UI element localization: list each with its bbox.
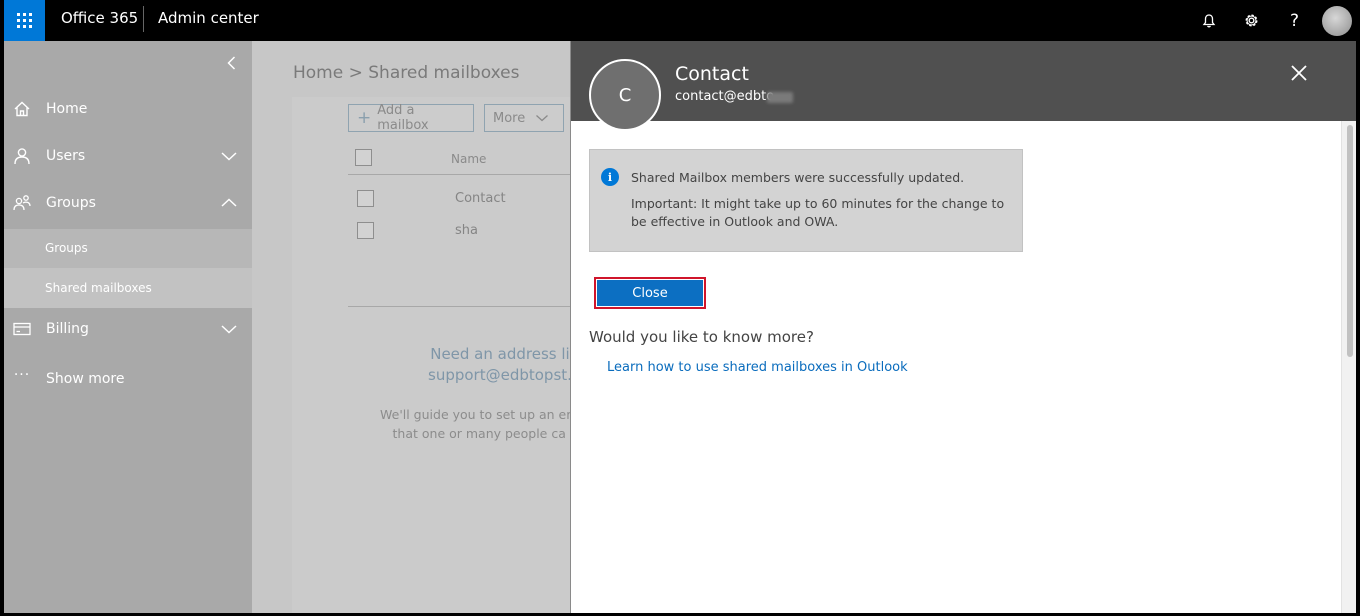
column-header-name[interactable]: Name	[451, 152, 486, 166]
nav-item-billing[interactable]: Billing	[4, 309, 252, 349]
info-icon: i	[601, 168, 619, 186]
bell-icon	[1202, 13, 1215, 27]
chevron-down-icon	[221, 325, 237, 334]
gear-icon	[1245, 14, 1258, 27]
nav-item-home[interactable]: Home	[4, 89, 252, 129]
info-message-box: i Shared Mailbox members were successful…	[589, 149, 1023, 252]
nav-label: Show more	[46, 371, 125, 387]
close-button[interactable]: Close	[597, 280, 703, 306]
chevron-up-icon	[221, 198, 237, 207]
waffle-icon	[17, 13, 32, 28]
home-icon	[10, 97, 34, 121]
nav-item-groups[interactable]: Groups	[4, 183, 252, 223]
section-divider	[348, 306, 592, 307]
nav-sub-label: Shared mailboxes	[45, 281, 152, 295]
close-icon	[1291, 65, 1307, 81]
chevron-left-icon	[227, 56, 236, 70]
nav-label: Groups	[46, 195, 96, 211]
mailbox-avatar: C	[589, 59, 661, 131]
app-title[interactable]: Admin center	[158, 9, 259, 27]
empty-state-description: We'll guide you to set up an em that one…	[380, 405, 578, 443]
important-note: Important: It might take up to 60 minute…	[631, 196, 1005, 229]
add-mailbox-button[interactable]: + Add a mailbox	[348, 103, 474, 133]
row-checkbox[interactable]	[357, 222, 374, 239]
left-nav: Home Users Groups Groups Shared mailboxe…	[4, 41, 252, 613]
more-label: More	[493, 110, 526, 126]
plus-icon: +	[357, 108, 372, 128]
nav-label: Billing	[46, 321, 89, 337]
panel-header: Contact contact@edbto	[571, 41, 1356, 121]
help-button[interactable]: ?	[1273, 0, 1316, 41]
nav-label: Users	[46, 148, 86, 164]
ellipsis-icon: ···	[13, 367, 31, 383]
empty-title-line: support@edbtopst.	[428, 366, 572, 384]
add-mailbox-label: Add a mailbox	[377, 103, 429, 133]
mailbox-detail-panel: Contact contact@edbto C i Shared Mailbox…	[570, 41, 1356, 613]
table-header-divider	[348, 174, 592, 175]
chevron-down-icon	[536, 115, 549, 122]
empty-state-title: Need an address li support@edbtopst.	[428, 344, 572, 386]
table-row[interactable]: Contact	[455, 191, 506, 206]
topbar-actions: ?	[1187, 0, 1360, 41]
row-checkbox[interactable]	[357, 190, 374, 207]
breadcrumb[interactable]: Home > Shared mailboxes	[293, 63, 519, 83]
app-launcher-button[interactable]	[4, 0, 45, 41]
user-avatar[interactable]	[1322, 5, 1352, 36]
more-dropdown-button[interactable]: More	[484, 104, 564, 132]
panel-email: contact@edbto	[675, 89, 775, 104]
empty-desc-line: We'll guide you to set up an em	[380, 407, 579, 422]
nav-sub-label: Groups	[45, 241, 88, 255]
panel-scrollbar[interactable]	[1341, 121, 1356, 613]
nav-item-users[interactable]: Users	[4, 136, 252, 176]
brand-name[interactable]: Office 365	[61, 9, 138, 27]
table-row[interactable]: sha	[455, 223, 478, 238]
close-button-highlight: Close	[594, 277, 706, 309]
scrollbar-thumb[interactable]	[1347, 125, 1353, 357]
success-message: Shared Mailbox members were successfully…	[631, 170, 965, 185]
email-redaction	[767, 92, 793, 103]
nav-subitem-groups[interactable]: Groups	[4, 228, 252, 268]
nav-item-show-more[interactable]: ··· Show more	[4, 359, 252, 399]
question-mark-icon: ?	[1289, 10, 1300, 31]
close-panel-button[interactable]	[1287, 61, 1311, 85]
app-frame: Home Users Groups Groups Shared mailboxe…	[4, 41, 1356, 613]
top-bar: Office 365 Admin center ?	[0, 0, 1360, 41]
nav-label: Home	[46, 101, 88, 117]
nav-subitem-shared-mailboxes[interactable]: Shared mailboxes	[4, 268, 252, 308]
chevron-down-icon	[221, 152, 237, 161]
collapse-nav-button[interactable]	[222, 53, 242, 73]
select-all-checkbox[interactable]	[355, 149, 372, 166]
learn-more-link[interactable]: Learn how to use shared mailboxes in Out…	[607, 360, 908, 375]
topbar-divider	[143, 6, 144, 32]
user-icon	[10, 144, 34, 168]
panel-title: Contact	[675, 63, 749, 85]
notifications-button[interactable]	[1187, 0, 1230, 41]
credit-card-icon	[10, 317, 34, 341]
empty-desc-line: that one or many people ca	[392, 426, 566, 441]
more-info-heading: Would you like to know more?	[589, 328, 814, 346]
empty-title-line: Need an address li	[430, 345, 570, 363]
settings-button[interactable]	[1230, 0, 1273, 41]
groups-icon	[10, 191, 34, 215]
